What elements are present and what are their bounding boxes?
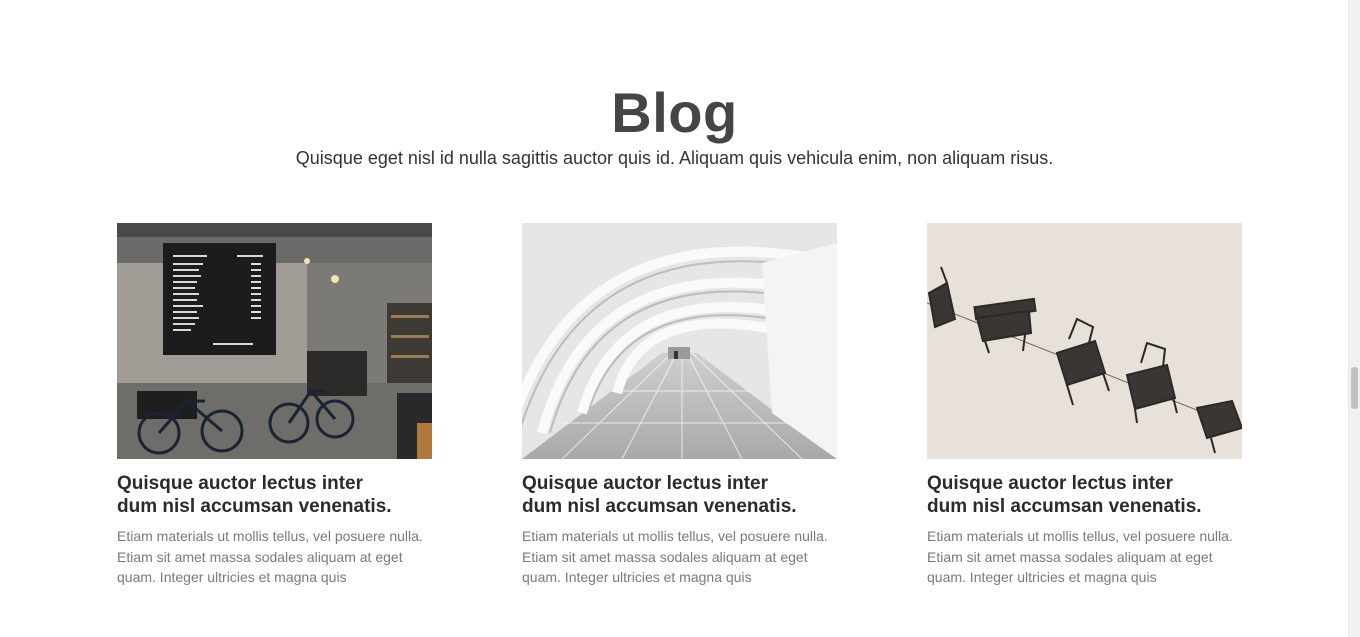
white-arched-corridor-photo[interactable] [522,223,837,459]
card-title-line: Quisque auctor lectus inter [927,473,1173,494]
cafe-with-bicycles-photo[interactable] [117,223,432,459]
card-title[interactable]: Quisque auctor lectus inter dum nisl accu… [927,472,1242,518]
card-excerpt: Etiam materials ut mollis tellus, vel po… [522,526,837,588]
card-excerpt-line: Etiam materials ut mollis tellus, vel po… [522,528,828,544]
card-excerpt-line: Etiam materials ut mollis tellus, vel po… [927,528,1233,544]
card-excerpt-line: quam. Integer ultricies et magna quis [522,569,752,585]
card-excerpt-line: Etiam materials ut mollis tellus, vel po… [117,528,423,544]
section-subtitle: Quisque eget nisl id nulla sagittis auct… [295,148,1054,168]
hanging-chairs-photo[interactable] [927,223,1242,459]
card-title-line: Quisque auctor lectus inter [522,473,768,494]
blog-section: Blog Quisque eget nisl id nulla sagittis… [0,0,1360,637]
card-excerpt-line: quam. Integer ultricies et magna quis [117,569,347,585]
blog-card[interactable]: Quisque auctor lectus inter dum nisl accu… [522,223,837,588]
card-excerpt: Etiam materials ut mollis tellus, vel po… [927,526,1242,588]
blog-card[interactable]: Quisque auctor lectus inter dum nisl accu… [117,223,432,588]
card-excerpt: Etiam materials ut mollis tellus, vel po… [117,526,432,588]
card-excerpt-line: Etiam sit amet massa sodales aliquam at … [522,548,808,565]
card-title-line: Quisque auctor lectus inter [117,473,363,494]
card-title-line: dum nisl accumsan venenatis. [522,496,797,517]
card-excerpt-line: Etiam sit amet massa sodales aliquam at … [117,548,403,565]
card-excerpt-line: quam. Integer ultricies et magna quis [927,569,1157,585]
card-title[interactable]: Quisque auctor lectus inter dum nisl accu… [117,472,432,518]
card-title-line: dum nisl accumsan venenatis. [117,496,392,517]
section-title: Blog [611,81,738,144]
card-title[interactable]: Quisque auctor lectus inter dum nisl accu… [522,472,837,518]
vertical-scrollbar[interactable] [1348,0,1360,637]
card-title-line: dum nisl accumsan venenatis. [927,496,1202,517]
scrollbar-thumb[interactable] [1351,367,1358,409]
card-excerpt-line: Etiam sit amet massa sodales aliquam at … [927,548,1213,565]
blog-card[interactable]: Quisque auctor lectus inter dum nisl accu… [927,223,1242,588]
